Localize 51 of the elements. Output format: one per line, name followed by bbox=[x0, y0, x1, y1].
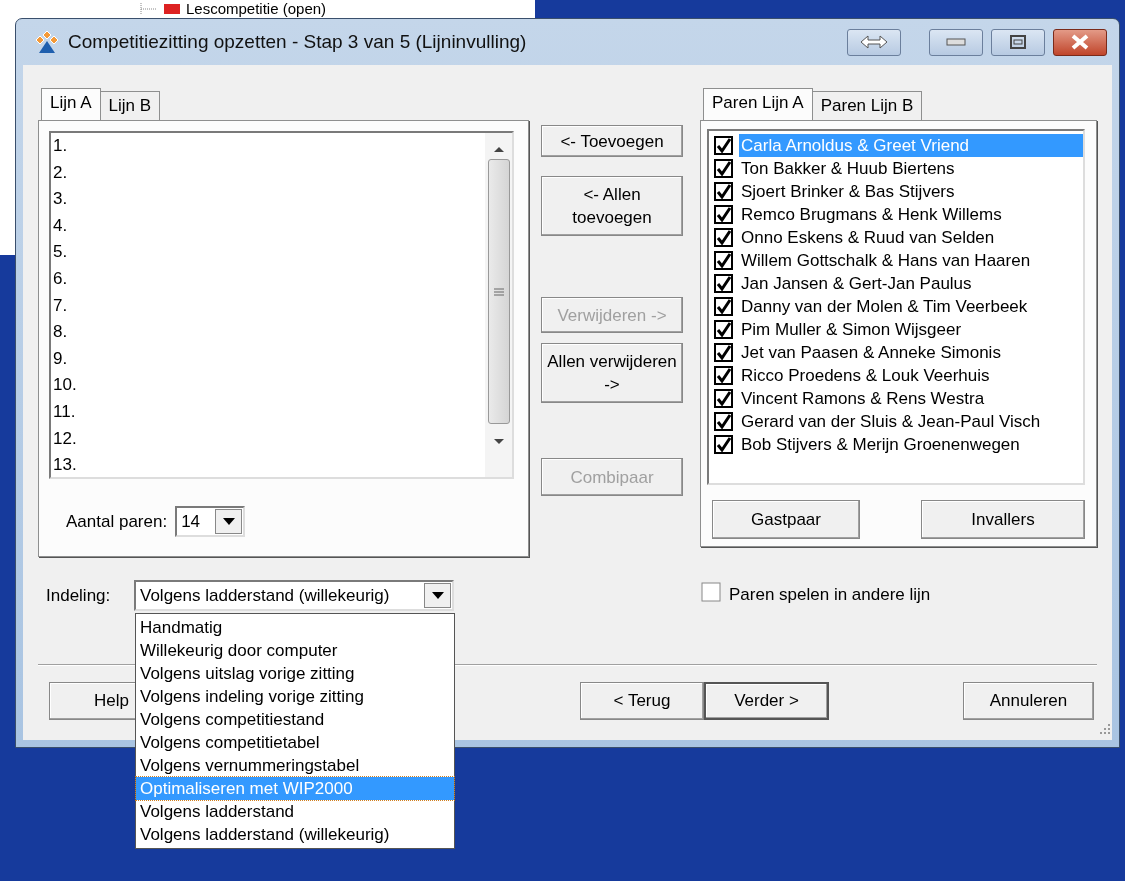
pair-count-label: Aantal paren: bbox=[66, 510, 168, 533]
line-number: 12. bbox=[52, 427, 78, 450]
action-button[interactable]: Invallers bbox=[921, 500, 1085, 539]
pair-count-dropdown[interactable]: 14 bbox=[175, 506, 246, 537]
tab[interactable]: Lijn A bbox=[41, 88, 101, 120]
line-number: 10. bbox=[52, 374, 78, 397]
list-item[interactable]: Willem Gottschalk & Hans van Haaren bbox=[739, 249, 1083, 272]
list-item[interactable]: Danny van der Molen & Tim Veerbeek bbox=[739, 295, 1083, 318]
line-number: 4. bbox=[52, 214, 69, 237]
tab[interactable]: Paren Lijn B bbox=[811, 91, 923, 120]
tab[interactable]: Paren Lijn A bbox=[703, 88, 813, 120]
line-number: 5. bbox=[52, 241, 69, 264]
checkbox-label: Paren spelen in andere lijn bbox=[729, 584, 931, 606]
line-number: 9. bbox=[52, 347, 69, 370]
window-title: Competitiezitting opzetten - Stap 3 van 5 (Lijninvulling) bbox=[68, 29, 527, 54]
action-button[interactable]: Gastpaar bbox=[712, 500, 860, 539]
line-number: 13. bbox=[52, 454, 78, 477]
dropdown-option[interactable]: Volgens ladderstand (willekeurig) bbox=[136, 823, 454, 846]
list-item[interactable]: Remco Brugmans & Henk Willems bbox=[739, 203, 1083, 226]
list-item[interactable]: Onno Eskens & Ruud van Selden bbox=[739, 226, 1083, 249]
line-number: 11. bbox=[52, 400, 77, 423]
list-item[interactable]: Ricco Proedens & Louk Veerhuis bbox=[739, 364, 1083, 387]
line-number: 6. bbox=[52, 267, 69, 290]
footer-button[interactable]: Verder > bbox=[704, 682, 829, 720]
dropdown-option[interactable]: Volgens ladderstand bbox=[136, 800, 454, 823]
action-button[interactable]: Allen verwijderen -> bbox=[541, 343, 683, 403]
list-item[interactable]: Bob Stijvers & Merijn Groenenwegen bbox=[739, 433, 1083, 456]
line-number: 8. bbox=[52, 321, 69, 344]
tab[interactable]: Lijn B bbox=[99, 91, 161, 120]
action-button[interactable]: <- Allen toevoegen bbox=[541, 176, 683, 236]
indeling-label: Indeling: bbox=[46, 584, 112, 607]
line-number: 7. bbox=[52, 294, 69, 317]
list-item[interactable]: Pim Muller & Simon Wijsgeer bbox=[739, 318, 1083, 341]
list-item[interactable]: Sjoert Brinker & Bas Stijvers bbox=[739, 180, 1083, 203]
footer-button[interactable]: Annuleren bbox=[963, 682, 1094, 720]
dropdown-option[interactable]: Volgens competitietabel bbox=[136, 731, 454, 754]
list-item[interactable]: Gerard van der Sluis & Jean-Paul Visch bbox=[739, 410, 1083, 433]
dropdown-option[interactable]: Willekeurig door computer bbox=[136, 639, 454, 662]
tree-item[interactable]: Lescompetitie (open) bbox=[186, 0, 327, 17]
line-number: 1. bbox=[52, 135, 69, 157]
dropdown-option[interactable]: Volgens uitslag vorige zitting bbox=[136, 662, 454, 685]
dropdown-option[interactable]: Volgens vernummeringstabel bbox=[136, 754, 454, 777]
action-button[interactable]: <- Toevoegen bbox=[541, 125, 683, 157]
list-item[interactable]: Ton Bakker & Huub Biertens bbox=[739, 157, 1083, 180]
list-item[interactable]: Vincent Ramons & Rens Westra bbox=[739, 387, 1083, 410]
list-item[interactable]: Jet van Paasen & Anneke Simonis bbox=[739, 341, 1083, 364]
dropdown-option[interactable]: Handmatig bbox=[136, 616, 454, 639]
line-number: 3. bbox=[52, 188, 69, 211]
footer-button[interactable]: < Terug bbox=[580, 682, 704, 720]
line-number: 2. bbox=[52, 161, 69, 184]
list-item[interactable]: Jan Jansen & Gert-Jan Paulus bbox=[739, 272, 1083, 295]
